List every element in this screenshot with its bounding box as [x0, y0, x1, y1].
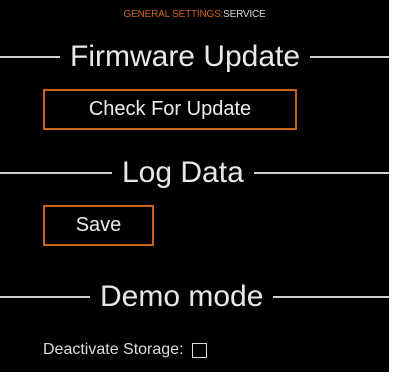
breadcrumb-page: SERVICE — [223, 9, 266, 20]
save-log-button[interactable]: Save — [43, 205, 154, 246]
deactivate-storage-label: Deactivate Storage: — [43, 341, 184, 358]
breadcrumb-section[interactable]: GENERAL SETTINGS: — [124, 9, 224, 20]
check-for-update-button[interactable]: Check For Update — [43, 89, 297, 130]
service-settings-screen: GENERAL SETTINGS:SERVICE Firmware Update… — [0, 0, 389, 372]
divider-line — [0, 56, 60, 58]
breadcrumb: GENERAL SETTINGS:SERVICE — [0, 9, 389, 20]
firmware-update-header: Firmware Update — [0, 42, 389, 72]
divider-line — [273, 296, 389, 298]
divider-line — [0, 296, 90, 298]
deactivate-storage-row: Deactivate Storage: — [43, 341, 207, 359]
firmware-update-title: Firmware Update — [70, 40, 301, 73]
deactivate-storage-checkbox[interactable] — [191, 342, 207, 358]
divider-line — [253, 172, 389, 174]
log-data-header: Log Data — [0, 158, 389, 188]
log-data-title: Log Data — [122, 156, 244, 189]
demo-mode-title: Demo mode — [100, 280, 264, 313]
divider-line — [0, 172, 112, 174]
divider-line — [310, 56, 389, 58]
demo-mode-header: Demo mode — [0, 282, 389, 312]
